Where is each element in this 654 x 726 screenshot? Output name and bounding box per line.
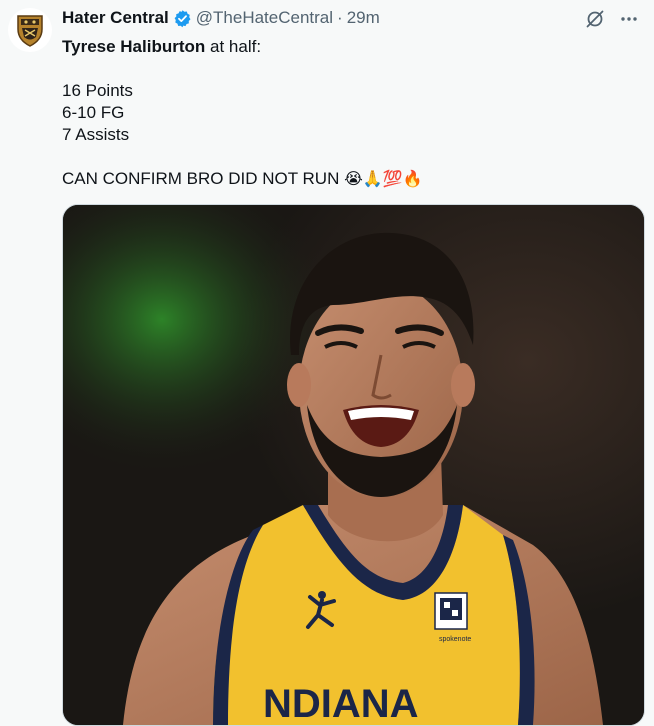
stat-points: 16 Points	[62, 81, 133, 100]
more-button[interactable]	[618, 8, 640, 30]
author-handle[interactable]: @TheHateCentral	[196, 8, 333, 28]
intro-suffix: at half:	[205, 37, 262, 56]
stat-assists: 7 Assists	[62, 125, 130, 144]
tweet-photo[interactable]: spokenote NDIANA	[62, 204, 645, 726]
timestamp[interactable]: 29m	[347, 8, 380, 28]
tweet-header: Hater Central @TheHateCentral · 29m	[62, 8, 594, 28]
caption-line: CAN CONFIRM BRO DID NOT RUN 😭🙏💯🔥	[62, 168, 640, 190]
tweet-text: Tyrese Haliburton at half: 16 Points 6-1…	[62, 36, 640, 190]
author-name[interactable]: Hater Central	[62, 8, 169, 28]
caption-emojis: 😭🙏💯🔥	[344, 169, 423, 188]
separator-dot: ·	[337, 8, 343, 27]
verified-badge-icon	[174, 9, 191, 27]
grok-button[interactable]	[584, 8, 606, 30]
avatar[interactable]	[8, 8, 52, 52]
player-photo: spokenote NDIANA	[63, 205, 644, 725]
more-icon	[621, 17, 637, 21]
sponsor-text: spokenote	[439, 636, 471, 643]
grok-icon	[586, 10, 604, 28]
tweet-card[interactable]: Hater Central @TheHateCentral · 29m Tyre…	[0, 0, 654, 726]
stat-fg: 6-10 FG	[62, 103, 125, 122]
caption-text: CAN CONFIRM BRO DID NOT RUN	[62, 169, 340, 188]
player-name[interactable]: Tyrese Haliburton	[62, 37, 205, 56]
tweet-line-intro: Tyrese Haliburton at half:	[62, 36, 640, 58]
jersey-text: NDIANA	[263, 682, 419, 725]
shield-crest-icon	[17, 15, 43, 47]
tweet-actions-top	[584, 8, 640, 30]
